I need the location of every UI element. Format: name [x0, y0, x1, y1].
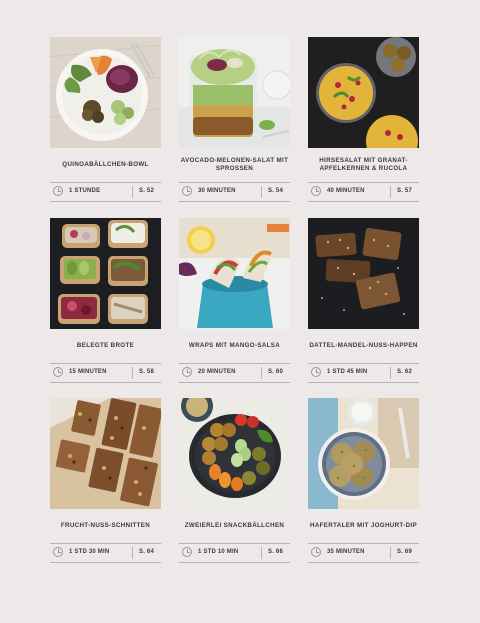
recipe-meta: 1 STUNDE S. 52 [50, 183, 161, 201]
clock-icon [53, 547, 63, 557]
divider [308, 201, 419, 202]
divider [390, 367, 391, 379]
clock-icon [182, 547, 192, 557]
page-number: S. 62 [397, 369, 413, 375]
salad-jar-photo [179, 37, 290, 148]
recipe-title: ZWEIERLEI SNACKBÄLLCHEN [184, 521, 285, 529]
divider [308, 562, 419, 563]
clock-icon [311, 367, 321, 377]
recipe-title: FRUCHT-NUSS-SCHNITTEN [60, 521, 151, 529]
snack-balls-photo [179, 398, 290, 509]
divider [179, 382, 290, 383]
page-number: S. 57 [397, 188, 413, 194]
page-number: S. 69 [397, 549, 413, 555]
prep-time: 15 MINUTEN [69, 369, 107, 375]
recipe-meta: 1 STD 10 MIN S. 66 [179, 544, 290, 562]
recipe-meta: 35 MINUTEN S. 69 [308, 544, 419, 562]
clock-icon [182, 367, 192, 377]
prep-time: 1 STD 10 MIN [198, 549, 239, 555]
page-number: S. 58 [139, 369, 155, 375]
recipe-meta: 15 MINUTEN S. 58 [50, 364, 161, 382]
prep-time: 35 MINUTEN [327, 549, 365, 555]
recipe-title: DATTEL-MANDEL-NUSS-HAPPEN [309, 341, 418, 349]
clock-icon [53, 367, 63, 377]
divider [132, 547, 133, 559]
oat-patties-photo [308, 398, 419, 509]
date-bars-photo [308, 218, 419, 329]
divider [50, 562, 161, 563]
divider [50, 201, 161, 202]
divider [50, 382, 161, 383]
page-number: S. 66 [268, 549, 284, 555]
prep-time: 40 MINUTEN [327, 188, 365, 194]
divider [261, 547, 262, 559]
recipe-meta: 20 MINUTEN S. 60 [179, 364, 290, 382]
divider [390, 547, 391, 559]
divider [390, 186, 391, 198]
recipe-meta: 1 STD 30 MIN S. 64 [50, 544, 161, 562]
prep-time: 30 MINUTEN [198, 188, 236, 194]
page-number: S. 60 [268, 369, 284, 375]
recipe-meta: 1 STD 45 MIN S. 62 [308, 364, 419, 382]
divider [179, 201, 290, 202]
prep-time: 1 STUNDE [69, 188, 101, 194]
clock-icon [53, 186, 63, 196]
page-number: S. 52 [139, 188, 155, 194]
wraps-photo [179, 218, 290, 329]
prep-time: 1 STD 30 MIN [69, 549, 110, 555]
page-number: S. 54 [268, 188, 284, 194]
recipe-title: BELEGTE BROTE [76, 341, 135, 349]
millet-salad-photo [308, 37, 419, 148]
fruit-nut-slices-photo [50, 398, 161, 509]
page-number: S. 64 [139, 549, 155, 555]
clock-icon [311, 186, 321, 196]
prep-time: 1 STD 45 MIN [327, 369, 368, 375]
quinoa-bowl-photo [50, 37, 161, 148]
recipe-title: WRAPS MIT MANGO-SALSA [188, 341, 281, 349]
recipe-title: HAFERTALER MIT JOGHURT-DIP [310, 521, 417, 529]
divider [132, 186, 133, 198]
recipe-meta: 30 MINUTEN S. 54 [179, 183, 290, 201]
open-sandwiches-photo [50, 218, 161, 329]
clock-icon [311, 547, 321, 557]
recipe-meta: 40 MINUTEN S. 57 [308, 183, 419, 201]
divider [179, 562, 290, 563]
recipe-title: HIRSESALAT MIT GRANAT-APFELKERNEN & RUCO… [319, 156, 408, 172]
divider [132, 367, 133, 379]
recipe-title: QUINOABÄLLCHEN-BOWL [62, 160, 149, 168]
prep-time: 20 MINUTEN [198, 369, 236, 375]
divider [261, 186, 262, 198]
divider [308, 382, 419, 383]
divider [261, 367, 262, 379]
recipe-title: AVOCADO-MELONEN-SALAT MIT SPROSSEN [180, 156, 289, 172]
clock-icon [182, 186, 192, 196]
